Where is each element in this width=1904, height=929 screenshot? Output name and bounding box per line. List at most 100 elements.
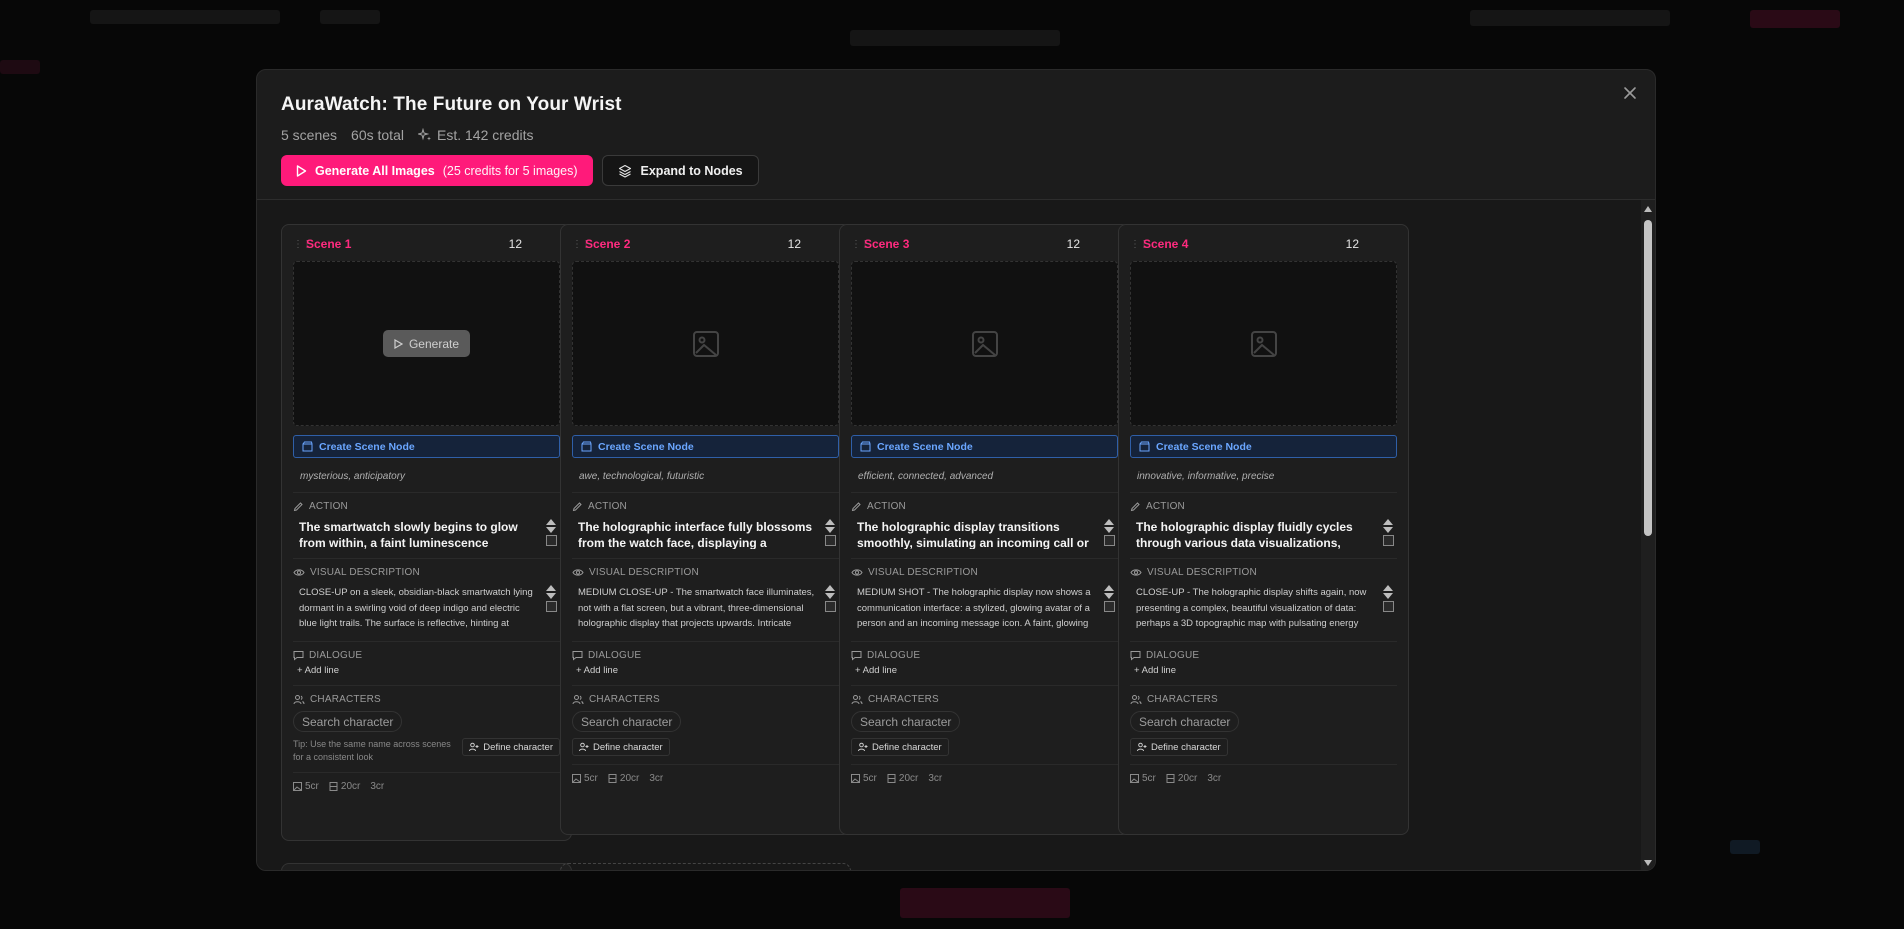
visual-description-section-title: VISUAL DESCRIPTION	[572, 567, 839, 578]
create-scene-node-button[interactable]: Create Scene Node	[293, 435, 560, 458]
define-character-button[interactable]: Define character	[572, 738, 670, 756]
scene-mood[interactable]: mysterious, anticipatory	[293, 471, 560, 483]
scene-duration[interactable]: 12	[788, 237, 801, 251]
character-search-input[interactable]: Search character	[1130, 711, 1240, 732]
character-search-input[interactable]: Search character	[293, 711, 403, 732]
scroll-thumb[interactable]	[1644, 220, 1652, 536]
textarea-spinner[interactable]	[823, 519, 837, 546]
resize-handle-icon[interactable]	[824, 535, 836, 546]
scene-image-placeholder[interactable]: Generate	[293, 261, 560, 426]
character-search-input[interactable]: Search character	[572, 711, 682, 732]
scene-mood[interactable]: innovative, informative, precise	[1130, 471, 1397, 483]
dialogue-section-title: DIALOGUE	[1130, 650, 1397, 661]
scene-mood[interactable]: efficient, connected, advanced	[851, 471, 1118, 483]
expand-to-nodes-button[interactable]: Expand to Nodes	[601, 155, 759, 186]
pencil-icon	[293, 502, 303, 512]
visual-description-section-title: VISUAL DESCRIPTION	[293, 567, 560, 578]
scene-mood[interactable]: awe, technological, futuristic	[572, 471, 839, 483]
resize-handle-icon[interactable]	[1103, 535, 1115, 546]
textarea-spinner[interactable]	[544, 519, 558, 546]
scenes-count: 5 scenes	[281, 127, 338, 143]
resize-handle-icon[interactable]	[1103, 601, 1115, 612]
dialogue-section-title: DIALOGUE	[851, 650, 1118, 661]
action-textarea[interactable]: The holographic display transitions smoo…	[851, 519, 1118, 549]
add-scene-placeholder[interactable]	[560, 863, 851, 870]
visual-description-section-title: VISUAL DESCRIPTION	[851, 567, 1118, 578]
scene-label: Scene 1	[306, 237, 352, 251]
scroll-down-arrow[interactable]	[1644, 860, 1652, 866]
create-scene-node-button[interactable]: Create Scene Node	[851, 435, 1118, 458]
resize-handle-icon[interactable]	[1382, 535, 1394, 546]
resize-handle-icon[interactable]	[545, 535, 557, 546]
scene-image-placeholder[interactable]	[851, 261, 1118, 426]
vertical-scrollbar[interactable]	[1641, 200, 1655, 870]
add-line-button[interactable]: + Add line	[572, 665, 839, 676]
action-section-title: ACTION	[851, 501, 1118, 512]
textarea-spinner[interactable]	[1102, 585, 1116, 612]
scene-label: Scene 2	[585, 237, 631, 251]
textarea-spinner[interactable]	[544, 585, 558, 612]
visual-description-textarea[interactable]: CLOSE-UP on a sleek, obsidian-black smar…	[293, 585, 560, 632]
action-textarea[interactable]: The holographic display fluidly cycles t…	[1130, 519, 1397, 549]
textarea-spinner[interactable]	[1102, 519, 1116, 546]
dialogue-section-title: DIALOGUE	[572, 650, 839, 661]
textarea-spinner[interactable]	[823, 585, 837, 612]
action-textarea[interactable]: The smartwatch slowly begins to glow fro…	[293, 519, 560, 549]
scene-image-placeholder[interactable]	[572, 261, 839, 426]
users-icon	[1130, 695, 1142, 705]
generate-image-button[interactable]: Generate	[382, 330, 471, 357]
storyboard-modal: AuraWatch: The Future on Your Wrist 5 sc…	[256, 69, 1656, 871]
drag-handle-icon[interactable]: ⋮⋮	[572, 239, 591, 250]
total-duration: 60s total	[351, 127, 404, 143]
action-section-title: ACTION	[1130, 501, 1397, 512]
image-icon	[692, 330, 719, 357]
visual-description-textarea[interactable]: MEDIUM CLOSE-UP - The smartwatch face il…	[572, 585, 839, 632]
drag-handle-icon[interactable]: ⋮⋮	[293, 239, 312, 250]
image-icon	[293, 782, 302, 791]
scene-image-placeholder[interactable]	[1130, 261, 1397, 426]
textarea-spinner[interactable]	[1381, 519, 1395, 546]
eye-icon	[1130, 569, 1142, 576]
users-icon	[293, 695, 305, 705]
user-plus-icon	[858, 742, 868, 752]
drag-handle-icon[interactable]: ⋮⋮	[851, 239, 870, 250]
visual-description-textarea[interactable]: MEDIUM SHOT - The holographic display no…	[851, 585, 1118, 632]
add-line-button[interactable]: + Add line	[1130, 665, 1397, 676]
define-character-button[interactable]: Define character	[1130, 738, 1228, 756]
eye-icon	[851, 569, 863, 576]
resize-handle-icon[interactable]	[1382, 601, 1394, 612]
film-icon	[1166, 774, 1175, 783]
action-textarea[interactable]: The holographic interface fully blossoms…	[572, 519, 839, 549]
scene-duration[interactable]: 12	[1067, 237, 1080, 251]
resize-handle-icon[interactable]	[824, 601, 836, 612]
scene-duration[interactable]: 12	[1346, 237, 1359, 251]
users-icon	[572, 695, 584, 705]
layers-icon	[618, 164, 631, 178]
generate-all-images-button[interactable]: Generate All Images (25 credits for 5 im…	[281, 155, 593, 186]
image-icon	[851, 774, 860, 783]
characters-section-title: CHARACTERS	[572, 694, 839, 705]
resize-handle-icon[interactable]	[545, 601, 557, 612]
define-character-button[interactable]: Define character	[462, 738, 560, 756]
add-line-button[interactable]: + Add line	[293, 665, 560, 676]
visual-description-textarea[interactable]: CLOSE-UP - The holographic display shift…	[1130, 585, 1397, 632]
image-icon	[572, 774, 581, 783]
modal-actions: Generate All Images (25 credits for 5 im…	[281, 155, 1631, 186]
character-tip: Tip: Use the same name across scenes for…	[293, 739, 451, 762]
character-search-input[interactable]: Search character	[851, 711, 961, 732]
pencil-icon	[572, 502, 582, 512]
scene-card: ⋮⋮ Scene 4 12 Create Scene Node innovati…	[1118, 224, 1409, 835]
clapperboard-icon	[302, 441, 313, 452]
drag-handle-icon[interactable]: ⋮⋮	[1130, 239, 1149, 250]
scroll-up-arrow[interactable]	[1644, 206, 1652, 212]
define-character-button[interactable]: Define character	[851, 738, 949, 756]
add-line-button[interactable]: + Add line	[851, 665, 1118, 676]
create-scene-node-button[interactable]: Create Scene Node	[1130, 435, 1397, 458]
speech-bubble-icon	[851, 651, 862, 661]
scene-card: ⋮⋮ Scene 1 12 Generate Create Scene Node…	[281, 224, 572, 841]
textarea-spinner[interactable]	[1381, 585, 1395, 612]
user-plus-icon	[579, 742, 589, 752]
scene-duration[interactable]: 12	[509, 237, 522, 251]
create-scene-node-button[interactable]: Create Scene Node	[572, 435, 839, 458]
film-icon	[329, 782, 338, 791]
